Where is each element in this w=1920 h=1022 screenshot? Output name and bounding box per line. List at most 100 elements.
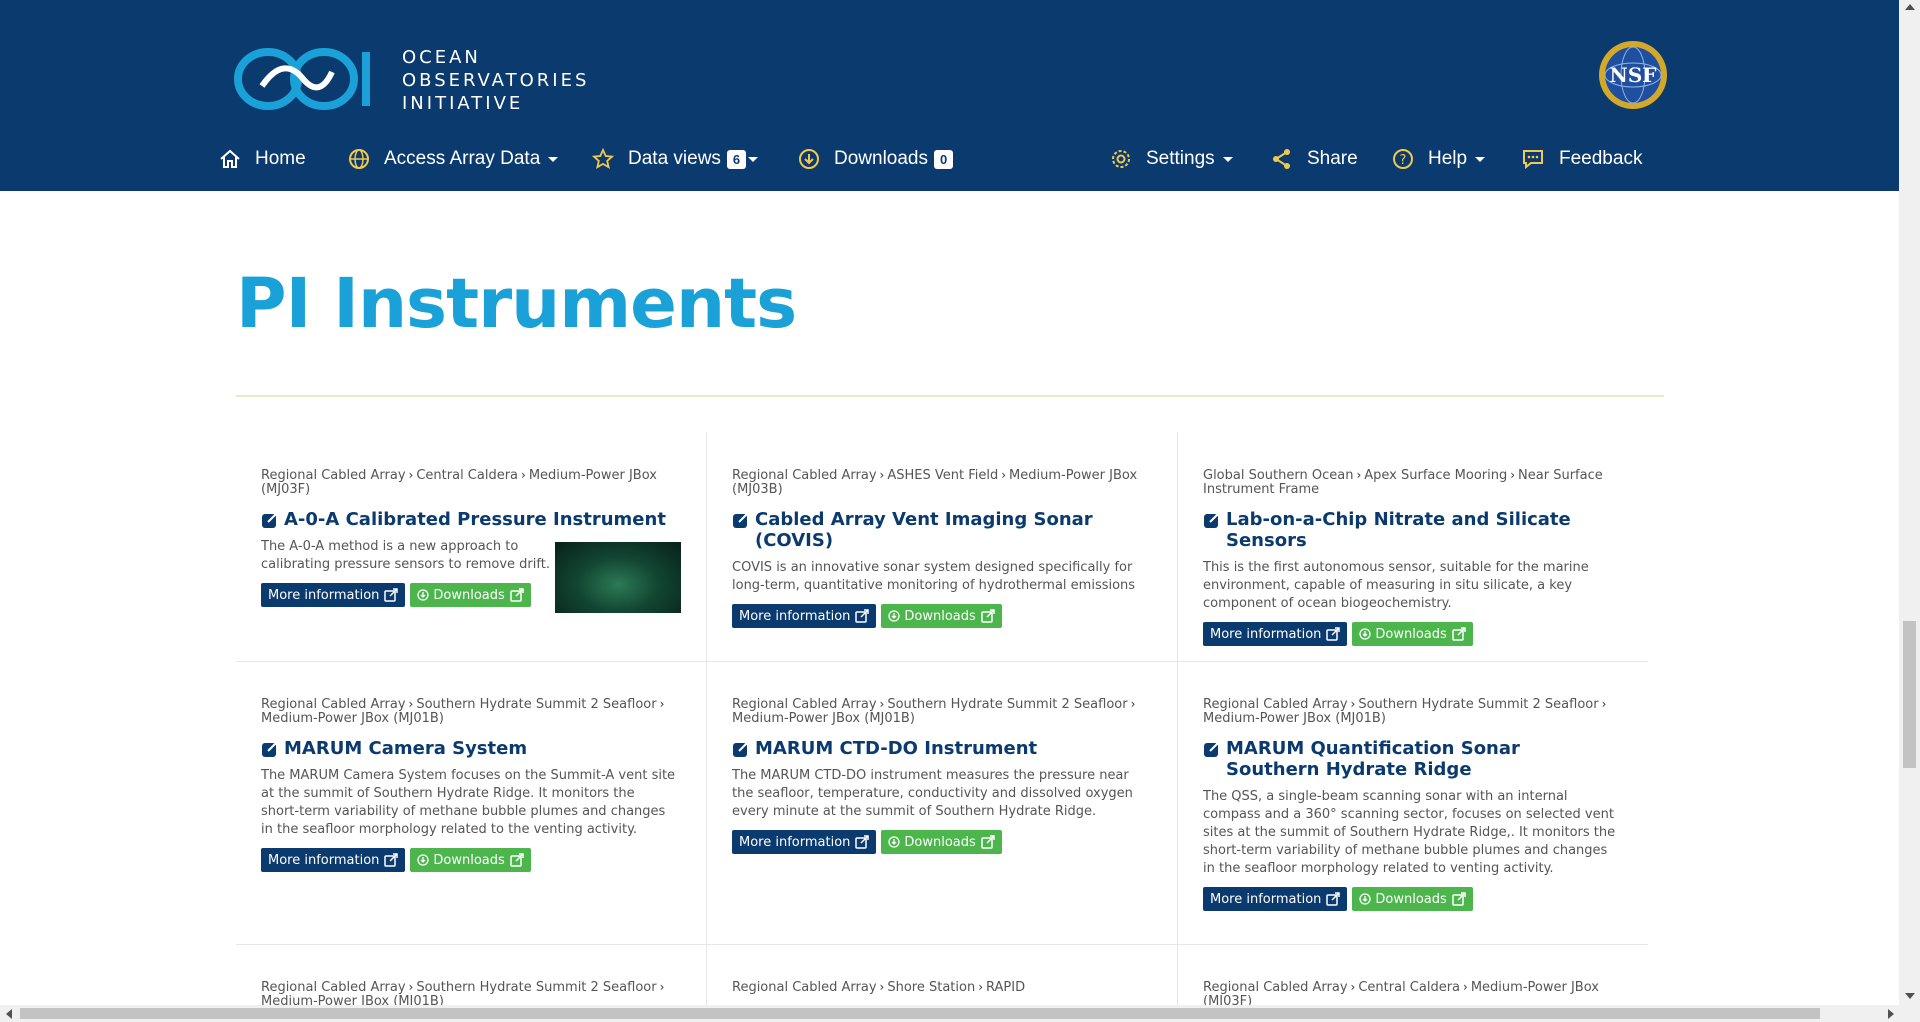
breadcrumb-item[interactable]: Regional Cabled Array: [732, 468, 877, 483]
instrument-title-link[interactable]: MARUM CTD-DO Instrument: [732, 738, 1147, 759]
breadcrumb-item[interactable]: Southern Hydrate Summit 2 Seafloor: [416, 980, 656, 995]
nav-feedback-label: Feedback: [1559, 148, 1643, 169]
instrument-title: MARUM Quantification Sonar Southern Hydr…: [1226, 738, 1520, 780]
ooi-logo[interactable]: [232, 46, 372, 112]
external-link-icon: [384, 853, 399, 867]
chevron-down-icon: [1222, 156, 1233, 162]
breadcrumb: Regional Cabled Array › Southern Hydrate S…: [1203, 697, 1618, 726]
instrument-title-link[interactable]: MARUM Camera System: [261, 738, 676, 759]
breadcrumb-item[interactable]: Regional Cabled Array: [732, 697, 877, 712]
external-link-icon: [733, 512, 749, 528]
downloads-button[interactable]: Downloads: [881, 830, 1002, 854]
breadcrumb-item[interactable]: Global Southern Ocean: [1203, 468, 1353, 483]
chevron-right-icon: ›: [1001, 468, 1007, 482]
more-information-button[interactable]: More information: [1203, 887, 1348, 911]
instrument-description: The QSS, a single-beam scanning sonar wi…: [1203, 789, 1616, 876]
vertical-scrollbar[interactable]: [1899, 0, 1920, 1005]
external-link-icon: [262, 512, 278, 528]
nav-access-label: Access Array Data: [384, 148, 541, 169]
instrument-title-link[interactable]: Cabled Array Vent Imaging Sonar (COVIS): [732, 509, 1147, 551]
chevron-right-icon: ›: [1510, 468, 1516, 482]
more-information-label: More information: [268, 587, 380, 603]
nav-downloads[interactable]: Downloads 0: [798, 144, 954, 174]
downloads-button[interactable]: Downloads: [410, 848, 531, 872]
breadcrumb-item[interactable]: Regional Cabled Array: [261, 980, 406, 995]
instrument-card: Global Southern Ocean › Apex Surface Moori…: [1203, 468, 1618, 646]
downloads-button[interactable]: Downloads: [881, 604, 1002, 628]
breadcrumb-item[interactable]: Regional Cabled Array: [261, 697, 406, 712]
external-link-icon: [384, 588, 399, 602]
downloads-label: Downloads: [433, 852, 505, 868]
downloads-button[interactable]: Downloads: [1352, 622, 1473, 646]
instrument-title-link[interactable]: MARUM Quantification Sonar Southern Hydr…: [1203, 738, 1618, 780]
breadcrumb: Regional Cabled Array › Central Caldera › Me…: [1203, 980, 1618, 1005]
chevron-right-icon: ›: [408, 697, 414, 711]
external-link-icon: [510, 588, 524, 602]
scroll-left-icon[interactable]: [6, 1009, 12, 1019]
downloads-button[interactable]: Downloads: [410, 583, 531, 607]
nav-home-label: Home: [255, 148, 306, 169]
external-link-icon: [855, 609, 870, 623]
instrument-card: Regional Cabled Array › Southern Hydrate S…: [732, 697, 1147, 854]
nav-data-views-label: Data views: [628, 148, 721, 169]
scroll-up-icon[interactable]: [1905, 4, 1915, 10]
breadcrumb-item[interactable]: Medium-Power JBox (MJ01B): [1203, 711, 1386, 726]
nav-help[interactable]: ? Help: [1392, 144, 1486, 174]
breadcrumb-item[interactable]: Regional Cabled Array: [1203, 697, 1348, 712]
download-circle-icon: [417, 589, 430, 601]
breadcrumb-item[interactable]: Medium-Power JBox (MJ01B): [732, 711, 915, 726]
page-title: PI Instruments: [236, 264, 797, 344]
scroll-right-icon[interactable]: [1888, 1009, 1894, 1019]
nav-data-views[interactable]: Data views 6: [592, 144, 759, 174]
nav-share[interactable]: Share: [1271, 144, 1358, 174]
breadcrumb-item[interactable]: Apex Surface Mooring: [1364, 468, 1507, 483]
breadcrumb-item[interactable]: Medium-Power JBox (MJ01B): [261, 994, 444, 1006]
nsf-text: NSF: [1610, 63, 1657, 87]
breadcrumb-item[interactable]: Southern Hydrate Summit 2 Seafloor: [1358, 697, 1598, 712]
nav-settings[interactable]: Settings: [1110, 144, 1233, 174]
logo-text: OCEAN OBSERVATORIES INITIATIVE: [402, 46, 589, 115]
horizontal-scrollbar-thumb[interactable]: [20, 1008, 1820, 1019]
breadcrumb-item[interactable]: Southern Hydrate Summit 2 Seafloor: [887, 697, 1127, 712]
vertical-scrollbar-thumb[interactable]: [1903, 621, 1916, 768]
instrument-card: Regional Cabled Array › ASHES Vent Field › M…: [732, 468, 1147, 628]
downloads-label: Downloads: [1375, 891, 1447, 907]
more-information-button[interactable]: More information: [1203, 622, 1348, 646]
breadcrumb-item[interactable]: Medium-Power JBox (MJ01B): [261, 711, 444, 726]
downloads-label: Downloads: [1375, 626, 1447, 642]
more-information-label: More information: [739, 608, 851, 624]
breadcrumb-item[interactable]: Regional Cabled Array: [732, 980, 877, 995]
more-information-button[interactable]: More information: [261, 848, 406, 872]
nav-home[interactable]: Home: [219, 144, 306, 174]
instrument-thumbnail[interactable]: [555, 542, 681, 613]
chevron-down-icon: [548, 156, 559, 162]
external-link-icon: [510, 853, 524, 867]
more-information-button[interactable]: More information: [732, 830, 877, 854]
nav-downloads-label: Downloads: [834, 148, 928, 169]
instrument-title-link[interactable]: Lab-on-a-Chip Nitrate and Silicate Senso…: [1203, 509, 1618, 551]
breadcrumb-item[interactable]: Shore Station: [887, 980, 975, 995]
breadcrumb-item[interactable]: RAPID: [986, 980, 1025, 995]
home-icon: [220, 149, 240, 168]
breadcrumb-item[interactable]: Southern Hydrate Summit 2 Seafloor: [416, 697, 656, 712]
instrument-description: The A-0-A method is a new approach to ca…: [261, 539, 550, 572]
instrument-title-link[interactable]: A-0-A Calibrated Pressure Instrument: [261, 509, 676, 530]
downloads-label: Downloads: [433, 587, 505, 603]
column-divider: [1177, 432, 1178, 1005]
logo-line-2: OBSERVATORIES: [402, 70, 590, 91]
breadcrumb-item[interactable]: Central Caldera: [416, 468, 518, 483]
scroll-down-icon[interactable]: [1905, 993, 1915, 999]
external-link-icon: [1204, 512, 1220, 528]
nsf-logo[interactable]: NSF: [1596, 38, 1670, 112]
breadcrumb-item[interactable]: Central Caldera: [1358, 980, 1460, 995]
nav-feedback[interactable]: Feedback: [1521, 144, 1642, 174]
more-information-button[interactable]: More information: [732, 604, 877, 628]
downloads-button[interactable]: Downloads: [1352, 887, 1473, 911]
title-divider: [236, 395, 1664, 397]
more-information-button[interactable]: More information: [261, 583, 406, 607]
breadcrumb-item[interactable]: ASHES Vent Field: [887, 468, 998, 483]
breadcrumb-item[interactable]: Regional Cabled Array: [261, 468, 406, 483]
nav-settings-label: Settings: [1146, 148, 1215, 169]
nav-access-array-data[interactable]: Access Array Data: [348, 144, 559, 174]
breadcrumb-item[interactable]: Regional Cabled Array: [1203, 980, 1348, 995]
